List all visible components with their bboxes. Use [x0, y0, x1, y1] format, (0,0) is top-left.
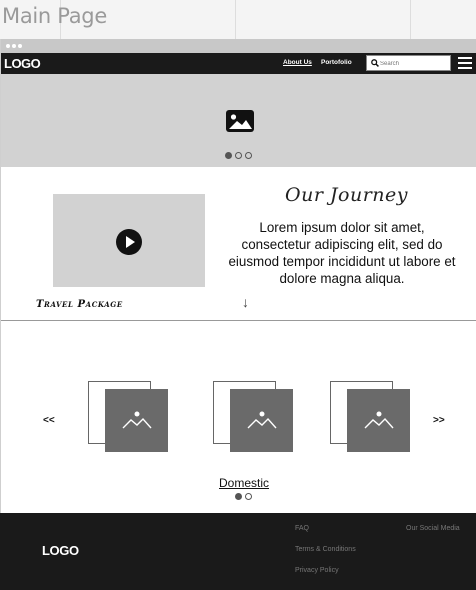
category-link-domestic[interactable]: Domestic	[219, 476, 269, 490]
nav-link-about[interactable]: About Us	[283, 59, 312, 66]
travel-package-title: Travel Package	[36, 299, 123, 310]
footer-social-media[interactable]: Our Social Media	[406, 525, 460, 532]
page-title: Main Page	[2, 4, 107, 28]
window-dot	[18, 44, 22, 48]
next-arrow-button[interactable]: >>	[433, 415, 445, 426]
nav-logo[interactable]: LOGO	[4, 56, 41, 71]
nav-link-portfolio[interactable]: Portofolio	[321, 59, 352, 66]
hero-banner	[1, 74, 476, 167]
card-image	[347, 389, 410, 452]
package-card[interactable]	[330, 381, 412, 453]
arrow-down-icon[interactable]: ↓	[242, 294, 249, 310]
card-image	[230, 389, 293, 452]
play-icon[interactable]	[116, 229, 142, 255]
footer-link-faq[interactable]: FAQ	[295, 525, 309, 532]
prev-arrow-button[interactable]: <<	[43, 415, 55, 426]
window-dot	[6, 44, 10, 48]
search-box[interactable]	[366, 55, 451, 71]
package-card[interactable]	[88, 381, 170, 453]
journey-text: Lorem ipsum dolor sit amet, consectetur …	[228, 220, 456, 286]
card-image	[105, 389, 168, 452]
package-pagination-dots	[235, 493, 252, 500]
search-input[interactable]	[380, 58, 448, 69]
nav-bar: LOGO About Us Portofolio	[1, 53, 476, 74]
browser-chrome	[1, 39, 476, 53]
landscape-icon	[122, 411, 152, 429]
grid-line	[235, 0, 236, 40]
grid-line	[410, 0, 411, 40]
pagination-dot[interactable]	[245, 493, 252, 500]
hamburger-menu-icon[interactable]	[458, 57, 472, 69]
browser-frame: LOGO About Us Portofolio Search Our Jour…	[0, 39, 476, 590]
image-placeholder-icon	[226, 110, 254, 132]
journey-title: Our Journey	[285, 184, 409, 206]
package-card[interactable]	[213, 381, 295, 453]
footer: LOGO FAQ Terms & Conditions Privacy Poli…	[0, 513, 476, 590]
carousel-dot[interactable]	[225, 152, 232, 159]
footer-link-privacy[interactable]: Privacy Policy	[295, 567, 339, 574]
landscape-icon	[247, 411, 277, 429]
journey-section: Our Journey Lorem ipsum dolor sit amet, …	[1, 167, 476, 321]
carousel-dot[interactable]	[245, 152, 252, 159]
footer-link-terms[interactable]: Terms & Conditions	[295, 546, 356, 553]
pagination-dot[interactable]	[235, 493, 242, 500]
hero-carousel-dots	[225, 152, 252, 159]
footer-logo[interactable]: LOGO	[42, 543, 79, 558]
carousel-dot[interactable]	[235, 152, 242, 159]
search-icon	[371, 59, 379, 67]
video-placeholder[interactable]	[53, 194, 205, 287]
landscape-icon	[364, 411, 394, 429]
window-dot	[12, 44, 16, 48]
